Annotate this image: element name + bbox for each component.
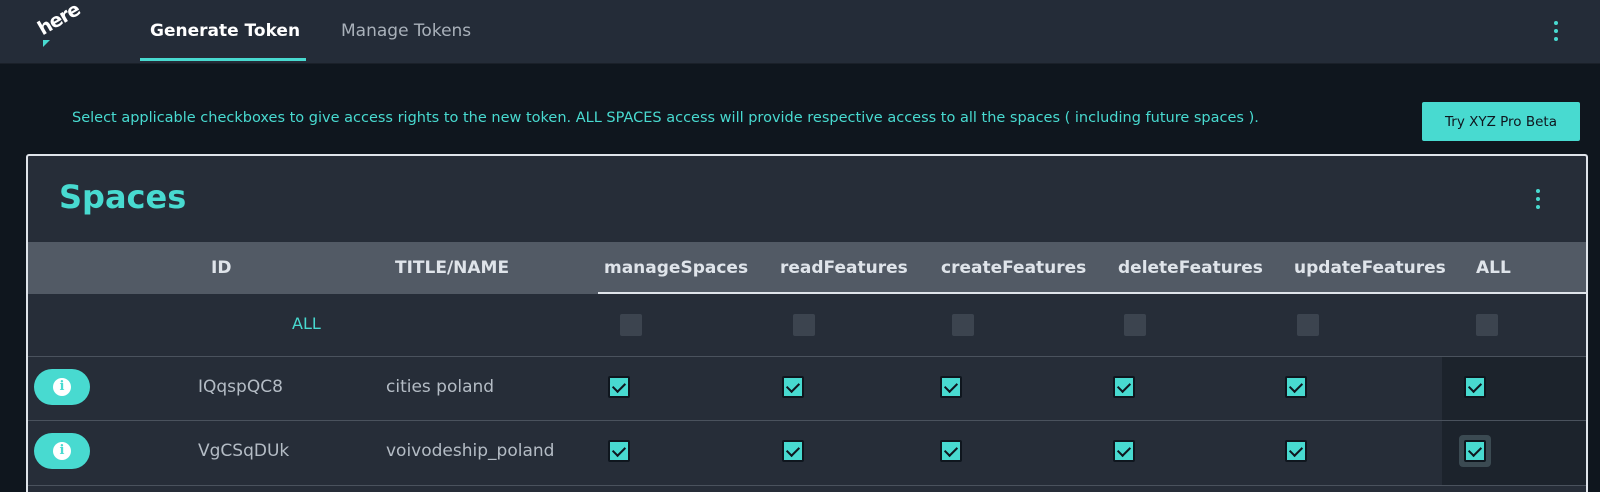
- column-header-id: ID: [211, 258, 232, 278]
- column-header-manage-spaces: manageSpaces: [604, 258, 749, 278]
- checkbox-all-update-features[interactable]: [1297, 314, 1319, 336]
- space-info-button[interactable]: i: [34, 369, 90, 405]
- column-header-all: ALL: [1476, 258, 1511, 278]
- checkbox-create-features[interactable]: [940, 440, 962, 462]
- checkbox-create-features[interactable]: [940, 376, 962, 398]
- table-row: i VgCSqDUk voivodeship_poland: [28, 421, 1586, 486]
- space-title: voivodeship_poland: [386, 441, 555, 461]
- column-header-read-features: readFeatures: [780, 258, 908, 278]
- checkbox-all[interactable]: [1464, 440, 1486, 462]
- logo-text: here: [34, 0, 84, 40]
- checkbox-update-features[interactable]: [1285, 376, 1307, 398]
- checkbox-manage-spaces[interactable]: [608, 376, 630, 398]
- space-id: IQqspQC8: [198, 377, 283, 397]
- table-row: i IQqspQC8 cities poland: [28, 357, 1586, 421]
- table-row-all: ALL: [28, 294, 1586, 357]
- space-id: VgCSqDUk: [198, 441, 290, 461]
- checkbox-read-features[interactable]: [782, 376, 804, 398]
- try-xyz-pro-beta-button[interactable]: Try XYZ Pro Beta: [1422, 102, 1580, 141]
- checkbox-all-all[interactable]: [1476, 314, 1498, 336]
- column-header-title: TITLE/NAME: [395, 258, 510, 278]
- checkbox-all-create-features[interactable]: [952, 314, 974, 336]
- access-rights-instructions: Select applicable checkboxes to give acc…: [72, 110, 1259, 126]
- column-header-create-features: createFeatures: [941, 258, 1087, 278]
- info-icon: i: [53, 442, 71, 460]
- checkbox-all-delete-features[interactable]: [1124, 314, 1146, 336]
- kebab-menu-icon[interactable]: [1552, 21, 1560, 47]
- checkbox-all-read-features[interactable]: [793, 314, 815, 336]
- spaces-card: Spaces ID TITLE/NAME manageSpaces readFe…: [26, 154, 1588, 492]
- column-header-delete-features: deleteFeatures: [1118, 258, 1263, 278]
- checkbox-all-manage-spaces[interactable]: [620, 314, 642, 336]
- tab-generate-token[interactable]: Generate Token: [150, 0, 300, 63]
- checkbox-manage-spaces[interactable]: [608, 440, 630, 462]
- checkbox-all[interactable]: [1464, 376, 1486, 398]
- spaces-menu-icon[interactable]: [1534, 189, 1542, 215]
- checkbox-delete-features[interactable]: [1113, 376, 1135, 398]
- all-spaces-label: ALL: [292, 314, 321, 333]
- space-title: cities poland: [386, 377, 495, 397]
- spaces-title: Spaces: [59, 178, 187, 216]
- tab-manage-tokens[interactable]: Manage Tokens: [341, 0, 471, 63]
- spaces-table-header: ID TITLE/NAME manageSpaces readFeatures …: [28, 242, 1586, 294]
- checkbox-read-features[interactable]: [782, 440, 804, 462]
- here-logo[interactable]: here: [34, 0, 86, 50]
- column-header-update-features: updateFeatures: [1294, 258, 1446, 278]
- active-tab-indicator: [140, 58, 306, 61]
- top-navigation-bar: here Generate Token Manage Tokens: [0, 0, 1600, 64]
- space-info-button[interactable]: i: [34, 433, 90, 469]
- info-icon: i: [53, 378, 71, 396]
- logo-mark-icon: [43, 40, 50, 47]
- checkbox-delete-features[interactable]: [1113, 440, 1135, 462]
- checkbox-update-features[interactable]: [1285, 440, 1307, 462]
